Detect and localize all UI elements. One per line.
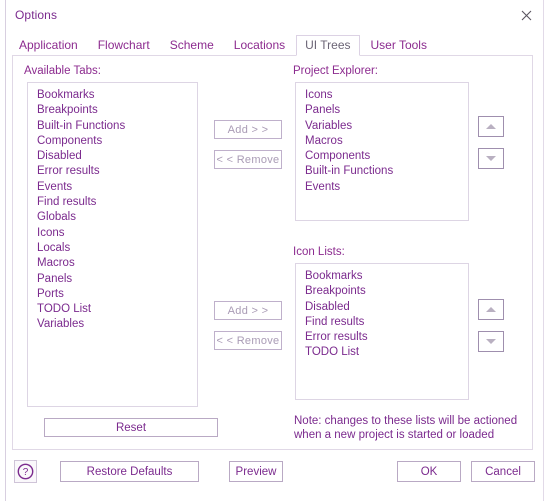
list-item[interactable]: Breakpoints	[296, 284, 468, 299]
add-to-project-explorer-button[interactable]: Add > >	[214, 120, 282, 139]
list-item[interactable]: Find results	[28, 195, 197, 210]
list-item[interactable]: Events	[296, 180, 468, 195]
add-to-icon-lists-button[interactable]: Add > >	[214, 301, 282, 320]
cancel-button[interactable]: Cancel	[471, 461, 535, 482]
reset-button[interactable]: Reset	[44, 418, 218, 437]
list-item[interactable]: TODO List	[296, 345, 468, 360]
list-item[interactable]: Events	[28, 180, 197, 195]
list-item[interactable]: Variables	[296, 119, 468, 134]
window-title: Options	[15, 8, 58, 22]
list-item[interactable]: TODO List	[28, 302, 197, 317]
list-item[interactable]: Breakpoints	[28, 103, 197, 118]
ok-button[interactable]: OK	[397, 461, 461, 482]
icon-lists-listbox[interactable]: Bookmarks Breakpoints Disabled Find resu…	[295, 263, 469, 400]
tab-ui-trees[interactable]: UI Trees	[296, 35, 360, 56]
icon-lists-label: Icon Lists:	[293, 246, 345, 258]
lists-note-text: Note: changes to these lists will be act…	[294, 415, 518, 441]
options-dialog: Options Application Flowchart Scheme Loc…	[0, 0, 545, 501]
tab-user-tools[interactable]: User Tools	[362, 35, 436, 56]
remove-from-icon-lists-button[interactable]: < < Remove	[214, 331, 282, 350]
arrow-down-icon	[486, 339, 496, 344]
list-item[interactable]: Variables	[28, 317, 197, 332]
help-question-icon[interactable]: ?	[14, 460, 37, 483]
list-item[interactable]: Error results	[296, 330, 468, 345]
preview-button[interactable]: Preview	[229, 461, 283, 482]
list-item[interactable]: Icons	[28, 226, 197, 241]
list-item[interactable]: Macros	[28, 256, 197, 271]
list-item[interactable]: Components	[296, 149, 468, 164]
icon-lists-move-down-button[interactable]	[478, 331, 504, 352]
list-item[interactable]: Globals	[28, 210, 197, 225]
dialog-footer: ? Restore Defaults Preview OK Cancel	[7, 452, 543, 501]
close-icon[interactable]	[511, 2, 541, 28]
list-item[interactable]: Macros	[296, 134, 468, 149]
tab-locations[interactable]: Locations	[225, 35, 294, 56]
list-item[interactable]: Built-in Functions	[28, 119, 197, 134]
list-item[interactable]: Bookmarks	[296, 269, 468, 284]
window-left-edge	[0, 0, 6, 501]
arrow-up-icon	[486, 307, 496, 312]
arrow-down-icon	[486, 156, 496, 161]
tab-scheme[interactable]: Scheme	[161, 35, 223, 56]
title-bar: Options	[7, 0, 545, 30]
project-explorer-move-up-button[interactable]	[478, 116, 504, 137]
list-item[interactable]: Error results	[28, 164, 197, 179]
project-explorer-move-down-button[interactable]	[478, 148, 504, 169]
tab-bar: Application Flowchart Scheme Locations U…	[10, 35, 538, 56]
icon-lists-move-up-button[interactable]	[478, 299, 504, 320]
restore-defaults-button[interactable]: Restore Defaults	[60, 461, 199, 482]
list-item[interactable]: Bookmarks	[28, 88, 197, 103]
svg-text:?: ?	[23, 467, 29, 478]
project-explorer-listbox[interactable]: Icons Panels Variables Macros Components…	[295, 82, 469, 221]
arrow-up-icon	[486, 124, 496, 129]
list-item[interactable]: Built-in Functions	[296, 164, 468, 179]
list-item[interactable]: Panels	[296, 103, 468, 118]
list-item[interactable]: Icons	[296, 88, 468, 103]
available-tabs-label: Available Tabs:	[24, 65, 101, 77]
list-item[interactable]: Disabled	[296, 300, 468, 315]
list-item[interactable]: Panels	[28, 272, 197, 287]
remove-from-project-explorer-button[interactable]: < < Remove	[214, 150, 282, 169]
list-item[interactable]: Find results	[296, 315, 468, 330]
list-item[interactable]: Components	[28, 134, 197, 149]
tab-flowchart[interactable]: Flowchart	[89, 35, 159, 56]
list-item[interactable]: Disabled	[28, 149, 197, 164]
list-item[interactable]: Locals	[28, 241, 197, 256]
project-explorer-label: Project Explorer:	[293, 65, 379, 77]
available-tabs-listbox[interactable]: Bookmarks Breakpoints Built-in Functions…	[27, 82, 198, 407]
tab-application[interactable]: Application	[10, 35, 87, 56]
list-item[interactable]: Ports	[28, 287, 197, 302]
